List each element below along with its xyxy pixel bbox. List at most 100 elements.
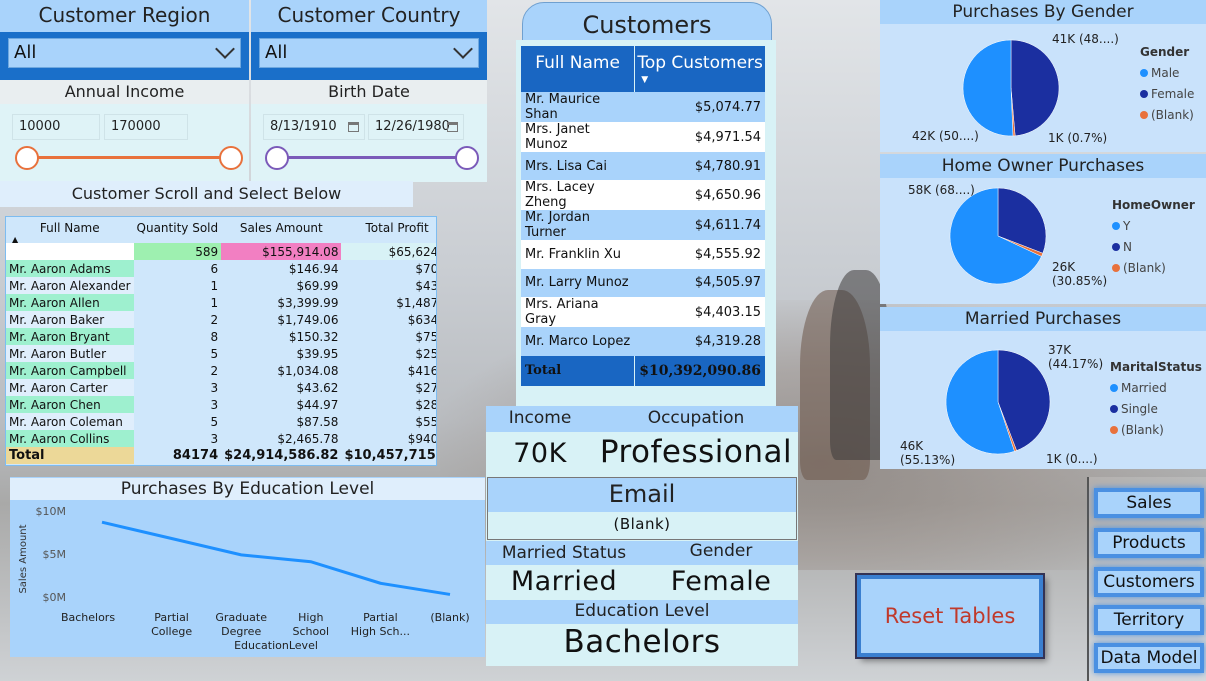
legend-item-single[interactable]: Single (1110, 402, 1202, 416)
customer-value-cell: $4,971.54 (694, 129, 761, 145)
row-name-cell: Mr. Aaron Chen (6, 396, 134, 413)
customer-row[interactable]: Mrs. Ariana Gray $4,403.15 (521, 297, 765, 328)
customer-row[interactable]: Mrs. Janet Munoz $4,971.54 (521, 122, 765, 152)
x-tick-label: Partial (154, 611, 189, 624)
region-slicer-title: Customer Region (0, 0, 249, 32)
nav-products-button[interactable]: Products (1094, 528, 1204, 558)
customer-row[interactable]: Mr. Jordan Turner $4,611.74 (521, 210, 765, 241)
legend-title: HomeOwner (1112, 198, 1195, 212)
row-name-cell: Mr. Aaron Baker (6, 311, 134, 328)
calendar-icon[interactable] (447, 122, 458, 132)
occupation-card-value: Professional (599, 434, 793, 470)
income-max-input[interactable]: 170000 (104, 114, 188, 140)
legend-item-blank[interactable]: (Blank) (1112, 261, 1195, 275)
country-dropdown-value: All (265, 42, 288, 63)
row-sales-cell: $146.94 (221, 260, 342, 277)
customer-row[interactable]: Mr. Franklin Xu $4,555.92 (521, 240, 765, 269)
customer-row[interactable]: Mrs. Lacey Zheng $4,650.96 (521, 180, 765, 211)
row-name-cell: Mr. Aaron Alexander (6, 277, 134, 294)
email-card-value: (Blank) (613, 515, 671, 533)
homeowner-legend: HomeOwner Y N (Blank) (1112, 198, 1195, 275)
table-row[interactable]: Mr. Aaron Carter3$43.62$27.8 (6, 379, 436, 396)
sort-asc-icon[interactable]: ▲ (12, 235, 18, 243)
row-quantity-cell: 2 (133, 362, 222, 379)
legend-dot-icon (1112, 264, 1120, 272)
row-name-cell: Mr. Aaron Adams (6, 260, 134, 277)
reset-tables-button[interactable]: Reset Tables (857, 575, 1043, 657)
column-header-sales[interactable]: Sales Amount (221, 217, 341, 243)
pie-slice-male[interactable] (962, 39, 1014, 137)
birthdate-max-input[interactable]: 12/26/1980 (368, 114, 464, 140)
customer-row[interactable]: Mrs. Lisa Cai $4,780.91 (521, 152, 765, 181)
table-row[interactable]: Mr. Aaron Allen1$3,399.99$1,487.8 (6, 294, 436, 311)
table-row[interactable]: Mr. Aaron Butler5$39.95$25.0 (6, 345, 436, 362)
customer-value-cell: $4,403.15 (694, 304, 761, 320)
column-header-top-customers[interactable]: Top Customers ▼ (634, 46, 765, 92)
subtotal-profit: $65,624.5 (341, 243, 436, 260)
income-min-input[interactable]: 10000 (12, 114, 100, 140)
column-header-full-name[interactable]: Full Name (521, 46, 635, 92)
column-header-label: Top Customers (637, 53, 763, 73)
column-header-profit[interactable]: Total Profit (341, 217, 436, 243)
legend-label: Male (1151, 66, 1180, 80)
nav-customers-button[interactable]: Customers (1094, 567, 1204, 597)
region-dropdown[interactable]: All (0, 32, 249, 80)
legend-dot-icon (1140, 90, 1148, 98)
income-slider-track[interactable] (26, 156, 230, 159)
customer-name-cell: Mrs. Lacey Zheng (525, 180, 595, 211)
legend-item-n[interactable]: N (1112, 240, 1195, 254)
table-row[interactable]: Mr. Aaron Alexander1$69.99$43.8 (6, 277, 436, 294)
customer-name-cell: Mrs. Lisa Cai (525, 158, 607, 174)
birthdate-slider-min-handle[interactable] (265, 146, 289, 170)
pie-data-label: 42K (50....) (912, 129, 979, 143)
legend-item-married[interactable]: Married (1110, 381, 1202, 395)
nav-data-model-button[interactable]: Data Model (1094, 643, 1204, 673)
nav-sales-button[interactable]: Sales (1094, 488, 1204, 518)
column-header-quantity[interactable]: Quantity Sold (134, 217, 222, 243)
table-row[interactable]: Mr. Aaron Bryant8$150.32$75.4 (6, 328, 436, 345)
pie-data-label: 1K (0.7%) (1048, 131, 1108, 145)
married-card-label: Married Status (501, 543, 627, 563)
education-line-chart[interactable]: $0M$5M$10MBachelors PartialCollegeGraduat… (10, 499, 485, 657)
table-row[interactable]: Mr. Aaron Campbell2$1,034.08$416.4 (6, 362, 436, 379)
table-row[interactable]: Mr. Aaron Collins3$2,465.78$940.0 (6, 430, 436, 447)
calendar-icon[interactable] (348, 122, 359, 132)
education-card-value: Bachelors (563, 624, 721, 660)
table-row[interactable]: Mr. Aaron Baker2$1,749.06$634.8 (6, 311, 436, 328)
customer-name-cell: Mr. Maurice Shan (525, 92, 601, 122)
customer-row[interactable]: Mr. Larry Munoz $4,505.97 (521, 268, 765, 298)
birthdate-slider-max-handle[interactable] (455, 146, 479, 170)
customer-table[interactable]: Full Name ▲ Quantity Sold Sales Amount To… (5, 216, 437, 466)
pie-slice-female[interactable] (1010, 39, 1060, 137)
legend-item-y[interactable]: Y (1112, 219, 1195, 233)
country-dropdown[interactable]: All (251, 32, 487, 80)
customers-total-label: Total (525, 363, 562, 379)
row-profit-cell: $27.8 (341, 379, 436, 396)
sort-desc-icon[interactable]: ▼ (641, 75, 648, 85)
customer-value-cell: $4,505.97 (694, 275, 761, 291)
customers-title-tab: Customers (522, 2, 772, 44)
legend-item-blank[interactable]: (Blank) (1140, 108, 1194, 122)
customer-row[interactable]: Mr. Maurice Shan $5,074.77 (521, 92, 765, 122)
legend-item-male[interactable]: Male (1140, 66, 1194, 80)
income-slider-max-handle[interactable] (219, 146, 243, 170)
nav-territory-button[interactable]: Territory (1094, 605, 1204, 635)
table-row[interactable]: Mr. Aaron Coleman5$87.58$55.3 (6, 413, 436, 430)
total-quantity: 84174 (133, 447, 222, 464)
occupation-card-label: Occupation (647, 408, 745, 428)
column-header-full-name[interactable]: Full Name ▲ (6, 217, 134, 243)
table-row[interactable]: Mr. Aaron Chen3$44.97$28.1 (6, 396, 436, 413)
legend-dot-icon (1112, 222, 1120, 230)
birthdate-slider-track[interactable] (277, 156, 467, 159)
customer-value-cell: $4,611.74 (694, 217, 761, 233)
series-line[interactable] (101, 520, 451, 596)
legend-item-blank[interactable]: (Blank) (1110, 423, 1202, 437)
income-slider-min-handle[interactable] (15, 146, 39, 170)
birthdate-min-input[interactable]: 8/13/1910 (263, 114, 365, 140)
row-quantity-cell: 3 (133, 379, 222, 396)
legend-item-female[interactable]: Female (1140, 87, 1194, 101)
table-row[interactable]: Mr. Aaron Adams6$146.94$70.0 (6, 260, 436, 277)
gender-legend: Gender Male Female (Blank) (1140, 45, 1194, 122)
pie-data-label: 1K (0....) (1046, 452, 1098, 466)
customer-row[interactable]: Mr. Marco Lopez $4,319.28 (521, 327, 765, 356)
